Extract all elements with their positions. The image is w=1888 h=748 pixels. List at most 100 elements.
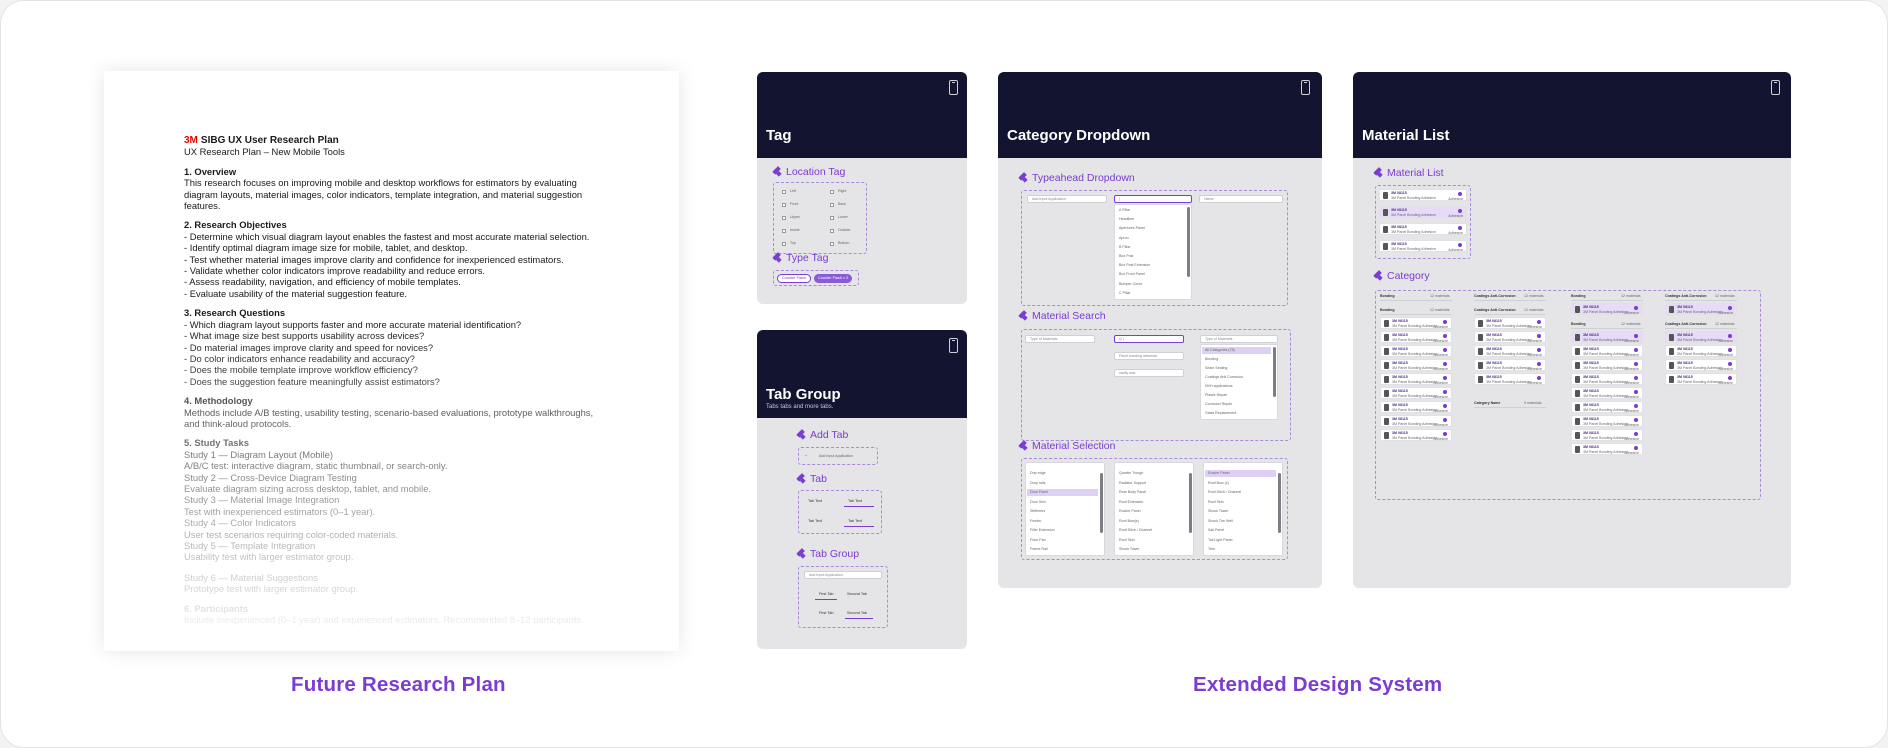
info-icon[interactable] [1443, 390, 1447, 394]
location-checkbox[interactable] [782, 216, 786, 220]
material-list-item[interactable]: 3M 08115 3M Panel Bonding Adhesive Adhesiv… [1379, 240, 1467, 252]
material-list-item[interactable]: 3M 08115 3M Panel Bonding Adhesive Adhesiv… [1380, 415, 1452, 427]
info-icon[interactable] [1443, 334, 1447, 338]
info-icon[interactable] [1634, 390, 1638, 394]
dropdown-option[interactable]: Roof Skin [1119, 538, 1135, 542]
dropdown-option[interactable]: Box Post [1119, 254, 1133, 258]
material-list-item[interactable]: 3M 08115 3M Panel Bonding Adhesive Adhesiv… [1571, 415, 1643, 427]
typeahead-input[interactable]: Add Input Application [1027, 195, 1107, 203]
dropdown-option[interactable]: Fender [1030, 519, 1041, 523]
material-list-item[interactable]: 3M 08115 3M Panel Bonding Adhesive Adhesiv… [1379, 206, 1467, 218]
info-icon[interactable] [1634, 404, 1638, 408]
info-icon[interactable] [1443, 404, 1447, 408]
material-list-item[interactable]: 3M 08115 3M Panel Bonding Adhesive Adhesiv… [1665, 359, 1737, 371]
material-list-item[interactable]: 3M 08115 3M Panel Bonding Adhesive Adhesiv… [1380, 429, 1452, 441]
dropdown-option[interactable]: Trim [1208, 547, 1215, 551]
dropdown-option[interactable]: Glass Replacement [1205, 411, 1236, 415]
dropdown-option[interactable]: All Categories (78) [1205, 348, 1235, 352]
name-field[interactable]: Name [1199, 195, 1283, 203]
dropdown-option[interactable]: Quarter Trough [1119, 471, 1143, 475]
location-checkbox[interactable] [782, 203, 786, 207]
material-list-item[interactable]: 3M 08115 3M Panel Bonding Adhesive Adhesiv… [1571, 331, 1643, 343]
dropdown-option[interactable]: Rocker Panel [1208, 471, 1230, 475]
material-list-item[interactable]: 3M 08115 3M Panel Bonding Adhesive Adhesiv… [1571, 345, 1643, 357]
dropdown-option[interactable]: Coatings Anti Corrosion [1205, 375, 1243, 379]
info-icon[interactable] [1728, 334, 1732, 338]
info-icon[interactable] [1634, 348, 1638, 352]
dropdown-option[interactable]: Shock Tire Well [1208, 519, 1233, 523]
material-list-item[interactable]: 3M 08115 3M Panel Bonding Adhesive Adhesiv… [1571, 387, 1643, 399]
info-icon[interactable] [1634, 362, 1638, 366]
dropdown-option[interactable]: Drip edge [1030, 471, 1046, 475]
info-icon[interactable] [1728, 376, 1732, 380]
info-icon[interactable] [1728, 348, 1732, 352]
dropdown-option[interactable]: C Pillar [1119, 291, 1131, 295]
dropdown-option[interactable]: Corrosion Repair [1205, 402, 1232, 406]
second-tab[interactable]: Second Tab [847, 592, 867, 596]
location-checkbox[interactable] [830, 229, 834, 233]
info-icon[interactable] [1443, 320, 1447, 324]
dropdown-option[interactable]: Apertures Panel [1119, 226, 1145, 230]
location-checkbox[interactable] [830, 242, 834, 246]
type-tag-chip[interactable]: Counter Flash [777, 274, 811, 283]
location-checkbox[interactable] [830, 203, 834, 207]
info-icon[interactable] [1443, 348, 1447, 352]
info-icon[interactable] [1443, 432, 1447, 436]
material-list-item[interactable]: 3M 08115 3M Panel Bonding Adhesive Adhesiv… [1380, 373, 1452, 385]
scrollbar[interactable] [1189, 473, 1192, 533]
dropdown-option[interactable]: Floor Pan [1030, 538, 1046, 542]
search-filter-1[interactable]: Panel bonding adhesive [1114, 352, 1184, 360]
material-list-item[interactable]: 3M 08115 3M Panel Bonding Adhesive Adhesiv… [1665, 303, 1737, 315]
tab-item-active[interactable]: Tab Text [848, 519, 862, 523]
material-list-item[interactable]: 3M 08115 3M Panel Bonding Adhesive Adhesiv… [1474, 317, 1546, 329]
dropdown-option[interactable]: A Pillar [1119, 208, 1130, 212]
info-icon[interactable] [1634, 306, 1638, 310]
dropdown-option[interactable]: Seam Sealing [1205, 366, 1227, 370]
material-list-item[interactable]: 3M 08115 3M Panel Bonding Adhesive Adhesiv… [1380, 331, 1452, 343]
dropdown-option[interactable]: Shock Tower [1208, 509, 1229, 513]
material-search-input-active[interactable]: Q | [1114, 335, 1184, 343]
dropdown-option[interactable]: Rear Body Panel [1119, 490, 1146, 494]
dropdown-option[interactable]: Headliner [1119, 217, 1134, 221]
second-tab-active[interactable]: Second Tab [847, 611, 867, 615]
dropdown-option[interactable]: Roof Ditch / Channel [1208, 490, 1241, 494]
dropdown-option[interactable]: Door Skin [1030, 500, 1046, 504]
dropdown-option[interactable]: Box Front Panel [1119, 272, 1145, 276]
dropdown-option[interactable]: Bonding [1205, 357, 1218, 361]
dropdown-option[interactable]: Tail Light Panel [1208, 538, 1232, 542]
first-tab[interactable]: First Tab [819, 611, 834, 615]
location-checkbox[interactable] [782, 229, 786, 233]
material-list-item[interactable]: 3M 08115 3M Panel Bonding Adhesive Adhesiv… [1571, 303, 1643, 315]
location-checkbox[interactable] [830, 216, 834, 220]
scrollbar[interactable] [1100, 473, 1103, 533]
info-icon[interactable] [1634, 418, 1638, 422]
location-checkbox[interactable] [782, 190, 786, 194]
material-list-item[interactable]: 3M 08115 3M Panel Bonding Adhesive Adhesiv… [1380, 359, 1452, 371]
material-list-item[interactable]: 3M 08115 3M Panel Bonding Adhesive Adhesiv… [1571, 429, 1643, 441]
tab-item-active[interactable]: Tab Text [848, 499, 862, 503]
dropdown-option[interactable]: Shock Tower [1119, 547, 1140, 551]
dropdown-option[interactable]: Frame Rail [1030, 547, 1048, 551]
location-checkbox[interactable] [782, 242, 786, 246]
location-checkbox[interactable] [830, 190, 834, 194]
info-icon[interactable] [1443, 362, 1447, 366]
results-input[interactable]: Type of Materials [1200, 335, 1278, 343]
info-icon[interactable] [1634, 376, 1638, 380]
material-list-item[interactable]: 3M 08115 3M Panel Bonding Adhesive Adhesiv… [1665, 373, 1737, 385]
dropdown-option[interactable]: B Pillar [1119, 245, 1130, 249]
info-icon[interactable] [1634, 432, 1638, 436]
info-icon[interactable] [1443, 376, 1447, 380]
dropdown-option[interactable]: Bumper Cover [1119, 282, 1142, 286]
material-list-item[interactable]: 3M 08115 3M Panel Bonding Adhesive Adhesiv… [1474, 345, 1546, 357]
material-list-item[interactable]: 3M 08115 3M Panel Bonding Adhesive Adhesiv… [1380, 345, 1452, 357]
dropdown-option[interactable]: Stiffeners [1030, 509, 1045, 513]
first-tab[interactable]: First Tab [819, 592, 834, 596]
material-list-item[interactable]: 3M 08115 3M Panel Bonding Adhesive Adhesiv… [1474, 359, 1546, 371]
material-search-input[interactable]: Type of Materials [1025, 335, 1095, 343]
material-list-item[interactable]: 3M 08115 3M Panel Bonding Adhesive Adhesiv… [1380, 317, 1452, 329]
material-list-item[interactable]: 3M 08115 3M Panel Bonding Adhesive Adhesiv… [1379, 189, 1467, 201]
scrollbar[interactable] [1187, 207, 1190, 277]
info-icon[interactable] [1537, 320, 1541, 324]
info-icon[interactable] [1537, 348, 1541, 352]
dropdown-option[interactable]: Box Post Extension [1119, 263, 1150, 267]
